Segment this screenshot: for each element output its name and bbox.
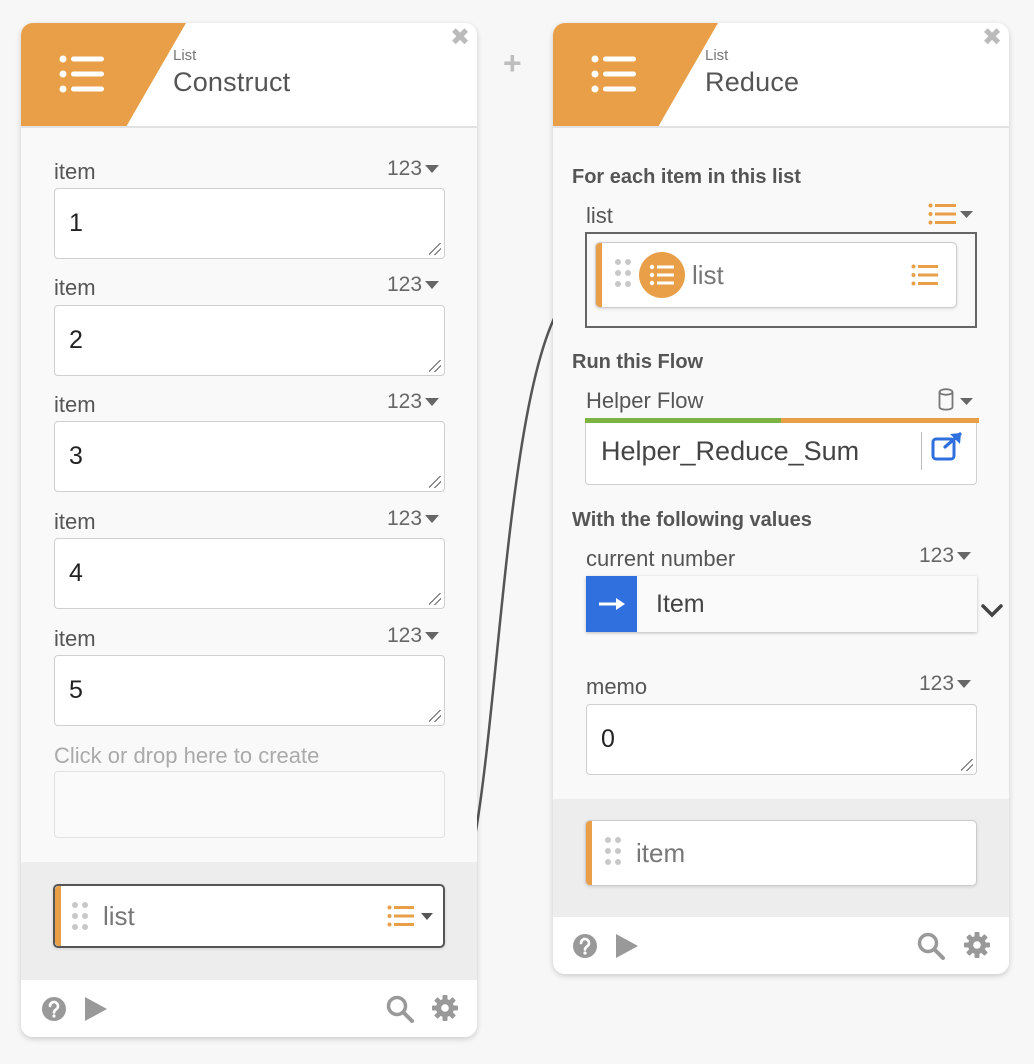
divider xyxy=(921,432,922,470)
type-selector[interactable]: 123 xyxy=(387,507,440,531)
list-circle-icon xyxy=(639,252,685,298)
node-category: List xyxy=(705,47,729,64)
node-title: Construct xyxy=(173,67,291,97)
create-drop-zone[interactable] xyxy=(54,771,445,838)
help-icon[interactable] xyxy=(41,996,67,1022)
list-icon xyxy=(911,264,938,286)
type-selector[interactable]: 123 xyxy=(387,157,440,181)
item-input[interactable]: 2 xyxy=(54,305,445,376)
database-icon[interactable] xyxy=(938,388,976,412)
gear-icon[interactable] xyxy=(431,994,459,1022)
caret-down-icon xyxy=(425,398,440,407)
helper-flow-select[interactable]: Helper_Reduce_Sum xyxy=(585,418,979,485)
pill-accent xyxy=(55,886,61,946)
reduce-node: List Reduce ✖ For each item in this list… xyxy=(553,23,1009,974)
status-bar-green xyxy=(585,418,781,423)
play-icon[interactable] xyxy=(615,933,639,959)
item-label: item xyxy=(54,392,96,417)
pill-accent xyxy=(596,243,602,307)
play-icon[interactable] xyxy=(84,996,108,1022)
resize-grip-icon[interactable] xyxy=(429,476,441,488)
item-input[interactable]: 4 xyxy=(54,538,445,609)
chevron-down-icon[interactable] xyxy=(981,604,1003,618)
search-icon[interactable] xyxy=(917,932,945,960)
list-field-label: list xyxy=(586,203,613,228)
item-label: item xyxy=(54,626,96,651)
output-pill[interactable]: list xyxy=(53,884,445,948)
node-category: List xyxy=(173,47,197,64)
status-bar-orange xyxy=(781,418,979,423)
list-icon xyxy=(591,55,636,93)
external-link-icon[interactable] xyxy=(931,432,963,462)
type-selector[interactable]: 123 xyxy=(387,390,440,414)
node-title: Reduce xyxy=(705,67,800,97)
memo-label: memo xyxy=(586,674,648,699)
output-label: item xyxy=(636,838,686,868)
list-icon[interactable] xyxy=(387,905,415,927)
output-pill[interactable]: item xyxy=(585,820,977,886)
current-number-value: Item xyxy=(656,590,705,618)
caret-down-icon xyxy=(425,515,440,524)
type-selector[interactable]: 123 xyxy=(919,544,972,568)
helper-flow-label: Helper Flow xyxy=(586,388,704,413)
arrow-right-icon xyxy=(586,576,637,632)
section-heading-each: For each item in this list xyxy=(572,166,801,188)
caret-down-icon[interactable] xyxy=(421,913,433,920)
drag-handle-icon[interactable] xyxy=(605,837,623,865)
search-icon[interactable] xyxy=(386,995,414,1023)
list-pill-label: list xyxy=(692,260,724,290)
item-input[interactable]: 1 xyxy=(54,188,445,259)
helper-flow-value: Helper_Reduce_Sum xyxy=(601,436,860,466)
item-label: item xyxy=(54,159,96,184)
create-placeholder-label: Click or drop here to create xyxy=(54,743,320,768)
construct-node: List Construct ✖ item 123 1 item 123 2 i… xyxy=(21,23,477,1037)
resize-grip-icon[interactable] xyxy=(429,360,441,372)
close-icon[interactable]: ✖ xyxy=(449,26,471,50)
current-number-mapping[interactable]: Item xyxy=(586,576,977,632)
reduce-header: List Reduce ✖ xyxy=(553,23,1009,128)
close-icon[interactable]: ✖ xyxy=(981,26,1003,50)
output-label: list xyxy=(103,901,135,931)
item-input[interactable]: 3 xyxy=(54,421,445,492)
memo-input[interactable]: 0 xyxy=(586,704,977,775)
list-icon xyxy=(59,55,104,93)
caret-down-icon xyxy=(425,165,440,174)
help-icon[interactable] xyxy=(572,933,598,959)
resize-grip-icon[interactable] xyxy=(429,243,441,255)
type-selector[interactable]: 123 xyxy=(387,273,440,297)
resize-grip-icon[interactable] xyxy=(429,710,441,722)
item-input[interactable]: 5 xyxy=(54,655,445,726)
add-node-button[interactable]: + xyxy=(503,45,522,82)
drag-handle-icon[interactable] xyxy=(615,259,633,287)
gear-icon[interactable] xyxy=(963,931,991,959)
list-pill[interactable]: list xyxy=(595,242,957,308)
list-type-icon[interactable] xyxy=(928,203,974,225)
resize-grip-icon[interactable] xyxy=(429,593,441,605)
caret-down-icon xyxy=(425,281,440,290)
caret-down-icon xyxy=(957,552,972,561)
pill-accent xyxy=(586,821,592,885)
node-footer xyxy=(21,980,477,1037)
item-label: item xyxy=(54,275,96,300)
caret-down-icon xyxy=(957,680,972,689)
type-selector[interactable]: 123 xyxy=(387,624,440,648)
section-heading-run: Run this Flow xyxy=(572,351,704,373)
caret-down-icon xyxy=(425,632,440,641)
item-label: item xyxy=(54,509,96,534)
construct-header: List Construct ✖ xyxy=(21,23,477,128)
type-selector[interactable]: 123 xyxy=(919,672,972,696)
current-number-label: current number xyxy=(586,546,736,571)
drag-handle-icon[interactable] xyxy=(72,902,90,930)
resize-grip-icon[interactable] xyxy=(961,759,973,771)
node-footer xyxy=(553,917,1009,974)
section-heading-values: With the following values xyxy=(572,509,812,531)
